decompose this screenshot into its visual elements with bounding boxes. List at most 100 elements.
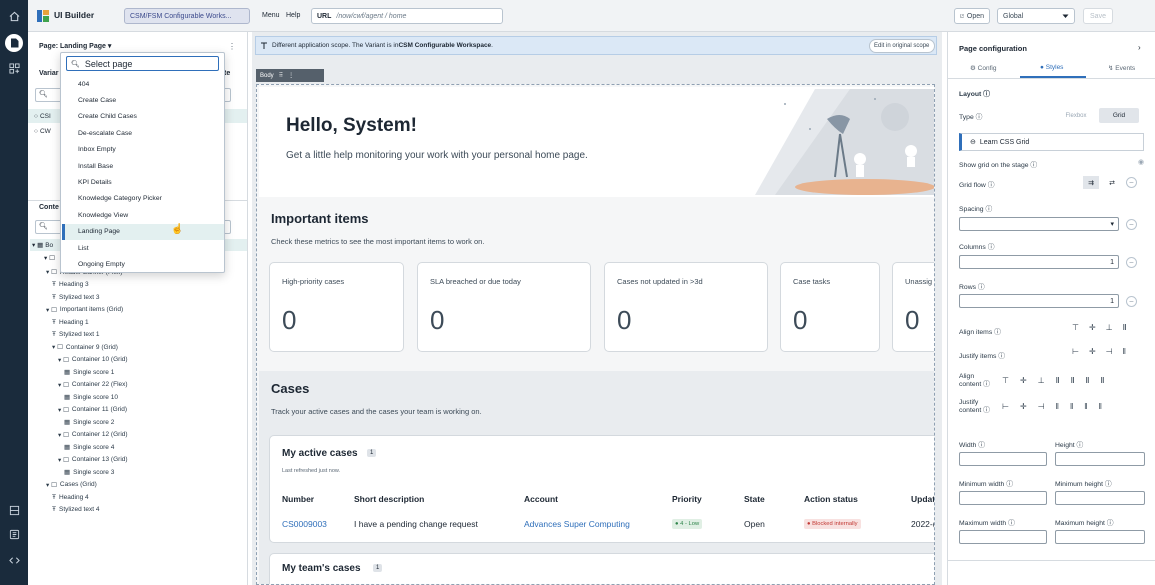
- panel-more-icon[interactable]: ⋮: [228, 42, 236, 51]
- columns-reset-icon[interactable]: –: [1126, 257, 1137, 268]
- page-option[interactable]: Create Case: [62, 92, 224, 108]
- align-items-buttons[interactable]: ⊤ ✛ ⊥ Ⅱ: [1072, 323, 1127, 332]
- experience-selector[interactable]: CSM/FSM Configurable Works...: [124, 8, 250, 24]
- min-width-input[interactable]: [959, 491, 1047, 505]
- tree-node[interactable]: Ŧ Stylized text 4: [52, 504, 99, 516]
- page-option[interactable]: Landing Page: [62, 223, 224, 240]
- max-height-label: Maximum height ⓘ: [1055, 520, 1114, 527]
- scope-icon: [261, 42, 267, 49]
- justify-items-buttons[interactable]: ⊢ ✛ ⊣ ‖: [1072, 347, 1126, 356]
- data-resource-icon[interactable]: [6, 502, 22, 518]
- grid-flow-row-button[interactable]: ⇉: [1083, 176, 1099, 189]
- tree-node[interactable]: Ŧ Stylized text 3: [52, 291, 99, 303]
- tree-node[interactable]: Ŧ Heading 1: [52, 316, 89, 328]
- tree-node[interactable]: ▾ ☐ Container 22 (Flex): [58, 379, 128, 391]
- page-option[interactable]: Install Base: [62, 158, 224, 174]
- column-header[interactable]: State: [744, 494, 765, 504]
- learn-css-grid-link[interactable]: ⊖ Learn CSS Grid: [959, 133, 1144, 151]
- case-number-link[interactable]: CS0009003: [282, 519, 327, 529]
- tree-node[interactable]: ▾ ☐ Container 11 (Grid): [58, 404, 127, 416]
- page-search-input[interactable]: 🔍︎ Select page: [66, 56, 219, 71]
- tree-node[interactable]: ▦ Single score 10: [64, 391, 118, 403]
- align-content-buttons[interactable]: ⊤ ✛ ⊥ Ⅱ Ⅱ Ⅱ Ⅱ: [1002, 376, 1104, 385]
- column-header[interactable]: Account: [524, 494, 558, 504]
- type-grid-option[interactable]: Grid: [1099, 108, 1139, 123]
- columns-input[interactable]: 1: [959, 255, 1119, 269]
- page-option[interactable]: Create Child Cases: [62, 109, 224, 125]
- page-option[interactable]: De-escalate Case: [62, 125, 224, 141]
- tree-node[interactable]: ▾ ☐ Container 9 (Grid): [52, 341, 118, 353]
- open-button[interactable]: Open: [954, 8, 990, 24]
- tree-node[interactable]: ▾ ☐ Important items (Grid): [46, 304, 123, 316]
- spacing-select[interactable]: ▾: [959, 217, 1119, 231]
- page-icon[interactable]: [5, 34, 23, 52]
- scope-banner: Different application scope. The Variant…: [255, 36, 937, 55]
- page-option[interactable]: List: [62, 240, 224, 256]
- column-header[interactable]: Number: [282, 494, 314, 504]
- rows-input[interactable]: 1: [959, 294, 1119, 308]
- tree-node[interactable]: Ŧ Heading 3: [52, 279, 89, 291]
- tree-node[interactable]: ▾ ☐ Container 12 (Grid): [58, 429, 128, 441]
- tree-node-label: Container 9 (Grid): [65, 343, 118, 351]
- score-card[interactable]: Unassig 0: [892, 262, 934, 352]
- tree-node[interactable]: ▦ Single score 4: [64, 441, 114, 453]
- page-option[interactable]: KPI Details: [62, 174, 224, 190]
- width-input[interactable]: [959, 452, 1047, 466]
- score-card[interactable]: High-priority cases 0: [269, 262, 404, 352]
- show-grid-eye-icon[interactable]: ◉: [1138, 158, 1144, 166]
- grid-flow-reset-icon[interactable]: –: [1126, 177, 1137, 188]
- home-icon[interactable]: [6, 8, 22, 24]
- tree-node[interactable]: ▦ Single score 3: [64, 466, 114, 478]
- collapse-panel-icon[interactable]: ›: [1138, 43, 1141, 52]
- components-icon[interactable]: [6, 60, 22, 76]
- tree-node[interactable]: ▾ ☐ Container 13 (Grid): [58, 454, 128, 466]
- type-flexbox-option[interactable]: Flexbox: [1052, 110, 1100, 122]
- column-header[interactable]: Short description: [354, 494, 424, 504]
- edit-original-scope-button[interactable]: Edit in original scope: [869, 39, 935, 53]
- tree-node[interactable]: ▾ ☐ Container 10 (Grid): [58, 354, 128, 366]
- client-state-icon[interactable]: [6, 526, 22, 542]
- url-field[interactable]: URL /now/cwf/agent / home: [311, 8, 503, 24]
- tab-styles[interactable]: ● Styles: [1040, 64, 1063, 71]
- page-option[interactable]: Knowledge Category Picker: [62, 191, 224, 207]
- page-option[interactable]: Knowledge View: [62, 207, 224, 223]
- justify-content-buttons[interactable]: ⊢ ✛ ⊣ ‖ ‖ ‖ ‖: [1002, 402, 1102, 411]
- save-button[interactable]: Save: [1083, 8, 1113, 24]
- case-account-link[interactable]: Advances Super Computing: [524, 519, 630, 529]
- max-width-input[interactable]: [959, 530, 1047, 544]
- page-option[interactable]: Ongoing Empty: [62, 256, 224, 272]
- page-selector[interactable]: Page: Landing Page ▾: [39, 42, 111, 50]
- tree-node[interactable]: Ŧ Stylized text 1: [52, 329, 99, 341]
- scope-selector[interactable]: Global: [997, 8, 1075, 24]
- tree-node[interactable]: Ŧ Heading 4: [52, 491, 89, 503]
- grid-flow-column-button[interactable]: ⇄: [1105, 176, 1119, 189]
- column-header[interactable]: Updat: [911, 494, 934, 504]
- score-card[interactable]: Cases not updated in >3d 0: [604, 262, 768, 352]
- tree-node[interactable]: ▦ Single score 2: [64, 416, 114, 428]
- spacing-reset-icon[interactable]: –: [1126, 219, 1137, 230]
- score-card[interactable]: SLA breached or due today 0: [417, 262, 591, 352]
- min-height-input[interactable]: [1055, 491, 1145, 505]
- score-card[interactable]: Case tasks 0: [780, 262, 880, 352]
- tree-node-label: Single score 3: [73, 468, 115, 476]
- stage-more-icon[interactable]: ⋮: [288, 72, 294, 79]
- tree-node[interactable]: ▾ ☐ Cases (Grid): [46, 479, 97, 491]
- content-search-icon: 🔍︎: [39, 223, 48, 230]
- rows-reset-icon[interactable]: –: [1126, 296, 1137, 307]
- tab-config[interactable]: ⚙ Config: [970, 64, 996, 72]
- drag-icon[interactable]: ⠿: [279, 72, 283, 79]
- column-header[interactable]: Action status: [804, 494, 858, 504]
- tree-row-partial[interactable]: ▾ ☐: [44, 254, 55, 262]
- hero-banner[interactable]: Hello, System! Get a little help monitor…: [259, 87, 934, 197]
- help-link[interactable]: Help: [286, 12, 300, 19]
- tab-events[interactable]: ↯ Events: [1108, 64, 1135, 72]
- menu-link[interactable]: Menu: [262, 12, 280, 19]
- column-header[interactable]: Priority: [672, 494, 702, 504]
- page-option[interactable]: 404: [62, 76, 224, 92]
- max-height-input[interactable]: [1055, 530, 1145, 544]
- stage-tab[interactable]: Body ⠿ ⋮: [256, 69, 324, 82]
- height-input[interactable]: [1055, 452, 1145, 466]
- code-icon[interactable]: [6, 552, 22, 568]
- page-option[interactable]: Inbox Empty: [62, 142, 224, 158]
- tree-node[interactable]: ▦ Single score 1: [64, 366, 114, 378]
